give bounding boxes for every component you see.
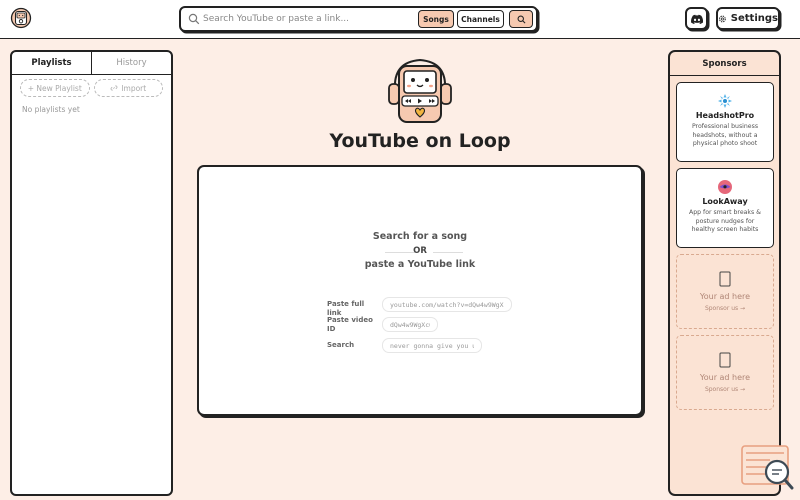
sponsor-us-link[interactable]: Sponsor us → [677, 305, 773, 312]
app-logo-icon[interactable] [10, 7, 32, 29]
divider-line [433, 252, 463, 253]
search-submit-button[interactable] [509, 10, 533, 28]
sponsor-name: HeadshotPro [695, 111, 755, 120]
settings-button[interactable]: Settings [716, 7, 780, 30]
import-button[interactable]: Import [93, 79, 163, 97]
discord-icon [690, 14, 703, 24]
prompt-paste-text: paste a YouTube link [364, 259, 476, 270]
link-icon [110, 85, 118, 91]
video-id-input[interactable] [382, 317, 438, 332]
ipod-mascot-icon [388, 58, 452, 123]
import-label: Import [121, 83, 147, 93]
sponsors-panel: Sponsors HeadshotPro Professional busine… [668, 50, 781, 496]
discord-button[interactable] [685, 7, 708, 30]
zoom-search-widget-icon[interactable] [740, 444, 794, 492]
filter-channels-button[interactable]: Channels [457, 10, 504, 28]
player-card: Search for a song OR paste a YouTube lin… [197, 165, 643, 416]
empty-state-text: No playlists yet [22, 105, 80, 114]
new-playlist-button[interactable]: + New Playlist [20, 79, 90, 97]
page-title: YouTube on Loop [329, 130, 511, 152]
gear-icon [719, 15, 726, 22]
prompt-or-text: OR [413, 246, 427, 256]
lookaway-logo-icon [718, 180, 732, 194]
ad-placeholder-icon [719, 352, 731, 368]
song-search-input[interactable] [382, 338, 482, 353]
prompt-search-text: Search for a song [372, 231, 468, 242]
sponsors-title: Sponsors [670, 52, 779, 76]
playlist-actions: + New Playlist Import [12, 75, 171, 101]
top-header: Songs Channels Settings [0, 0, 800, 39]
full-link-input[interactable] [382, 297, 512, 312]
sponsor-us-link[interactable]: Sponsor us → [677, 386, 773, 393]
form-label: Paste video ID [327, 316, 373, 333]
ad-slot[interactable]: Your ad here Sponsor us → [676, 254, 774, 329]
headshotpro-logo-icon [718, 94, 732, 108]
filter-songs-button[interactable]: Songs [418, 10, 454, 28]
search-icon [188, 13, 200, 25]
sponsor-card-headshotpro[interactable]: HeadshotPro Professional business headsh… [676, 82, 774, 162]
sponsor-card-lookaway[interactable]: LookAway App for smart breaks & posture … [676, 168, 774, 248]
form-label: Search [327, 341, 355, 349]
sponsor-name: LookAway [702, 197, 748, 206]
search-input[interactable] [203, 11, 413, 27]
sponsor-description: App for smart breaks & posture nudges fo… [688, 209, 762, 233]
library-tabs: Playlists History [12, 52, 171, 75]
settings-label: Settings [730, 13, 778, 24]
ad-title: Your ad here [699, 292, 751, 301]
search-icon [517, 15, 525, 23]
ad-placeholder-icon [719, 271, 731, 287]
ad-title: Your ad here [699, 373, 751, 382]
search-bar: Songs Channels [179, 6, 538, 32]
tab-history[interactable]: History [92, 52, 171, 74]
tab-playlists[interactable]: Playlists [12, 52, 92, 74]
ad-slot[interactable]: Your ad here Sponsor us → [676, 335, 774, 410]
library-panel: Playlists History + New Playlist Import … [10, 50, 173, 496]
sponsor-description: Professional business headshots, without… [691, 123, 759, 147]
